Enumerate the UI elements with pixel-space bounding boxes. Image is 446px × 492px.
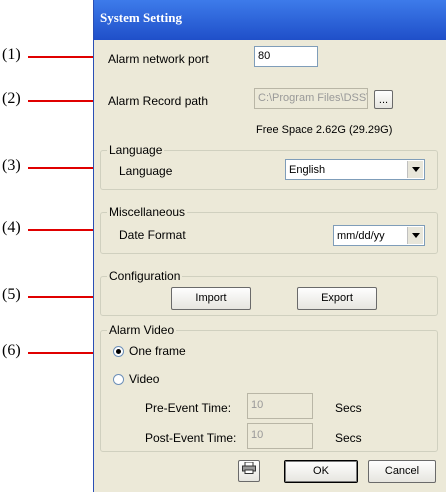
print-button[interactable] — [238, 460, 260, 482]
miscellaneous-group: Miscellaneous Date Format mm/dd/yy — [100, 205, 438, 254]
video-label[interactable]: Video — [129, 372, 159, 386]
window-title: System Setting — [100, 10, 182, 25]
date-format-selected-value: mm/dd/yy — [337, 230, 385, 242]
callout-label-1: (1) — [2, 46, 21, 63]
pre-event-time-label: Pre-Event Time: — [145, 401, 232, 415]
free-space-text: Free Space 2.62G (29.29G) — [256, 124, 393, 136]
ok-button[interactable]: OK — [284, 460, 358, 483]
callout-label-5: (5) — [2, 286, 21, 303]
alarm-record-path-input[interactable]: C:\Program Files\DSS\CM — [254, 88, 368, 109]
language-label: Language — [119, 164, 173, 178]
post-event-unit: Secs — [335, 431, 362, 445]
configuration-group-title: Configuration — [107, 269, 183, 283]
chevron-down-icon[interactable] — [407, 161, 423, 178]
alarm-network-port-label: Alarm network port — [108, 52, 209, 66]
miscellaneous-group-title: Miscellaneous — [107, 205, 188, 219]
browse-button[interactable]: ... — [374, 90, 393, 109]
one-frame-radio[interactable] — [113, 346, 124, 357]
title-bar[interactable]: System Setting — [94, 0, 446, 40]
configuration-group: Configuration Import Export — [100, 269, 438, 316]
system-setting-dialog: System Setting Alarm network port 80 Ala… — [93, 0, 446, 492]
date-format-select[interactable]: mm/dd/yy — [333, 225, 425, 246]
import-button[interactable]: Import — [171, 287, 251, 310]
language-group: Language Language English — [100, 143, 438, 190]
pre-event-unit: Secs — [335, 401, 362, 415]
language-group-title: Language — [107, 143, 165, 157]
date-format-label: Date Format — [119, 228, 186, 242]
callout-label-2: (2) — [2, 90, 21, 107]
language-selected-value: English — [289, 164, 326, 176]
video-radio[interactable] — [113, 374, 124, 385]
cancel-button[interactable]: Cancel — [368, 460, 436, 483]
alarm-video-group-title: Alarm Video — [107, 323, 177, 337]
one-frame-label[interactable]: One frame — [129, 344, 186, 358]
alarm-video-group: Alarm Video One frame Video Pre-Event Ti… — [100, 323, 438, 452]
dialog-body: Alarm network port 80 Alarm Record path … — [94, 40, 446, 492]
alarm-network-port-input[interactable]: 80 — [254, 46, 318, 67]
callout-label-6: (6) — [2, 342, 21, 359]
pre-event-time-input[interactable]: 10 — [247, 393, 313, 419]
printer-icon — [242, 461, 256, 474]
callout-label-4: (4) — [2, 219, 21, 236]
post-event-time-label: Post-Event Time: — [145, 431, 237, 445]
callout-label-3: (3) — [2, 157, 21, 174]
language-select[interactable]: English — [285, 159, 425, 180]
export-button[interactable]: Export — [297, 287, 377, 310]
alarm-record-path-label: Alarm Record path — [108, 94, 209, 108]
post-event-time-input[interactable]: 10 — [247, 423, 313, 449]
chevron-down-icon[interactable] — [407, 227, 423, 244]
